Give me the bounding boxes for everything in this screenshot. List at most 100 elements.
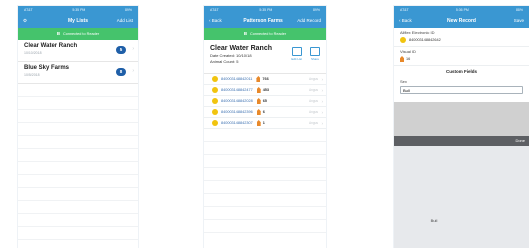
carrier-text: AT&T: [400, 7, 409, 12]
record-breed: Angus: [308, 110, 318, 114]
eid-tag-icon: [212, 87, 218, 93]
record-row[interactable]: 840003148842396 6 Angus ›: [204, 107, 326, 118]
picker-option[interactable]: Bull: [394, 218, 474, 223]
back-label: Back: [211, 18, 222, 23]
edit-list-label: Edit List: [291, 57, 302, 61]
empty-row: [204, 194, 326, 207]
record-visual-id: 65: [262, 99, 267, 103]
status-bar: AT&T 5:35 PM 89%: [18, 6, 138, 13]
empty-row: [18, 201, 138, 214]
empty-row: [204, 155, 326, 168]
time-text: 5:36 PM: [455, 7, 469, 12]
record-visual-id: 766: [262, 77, 269, 81]
empty-row: [18, 110, 138, 123]
empty-row: [204, 181, 326, 194]
back-button[interactable]: ‹ Back: [399, 18, 419, 23]
time-text: 5:35 PM: [72, 7, 86, 12]
picker-toolbar: Done: [394, 136, 529, 146]
back-button[interactable]: ‹ Back: [209, 18, 229, 23]
carrier-text: AT&T: [210, 7, 219, 12]
record-breed: Angus: [308, 121, 318, 125]
record-row[interactable]: 840003148842028 65 Angus ›: [204, 96, 326, 107]
reader-status-text: Connected to Reader: [62, 32, 100, 36]
chevron-right-icon: ›: [321, 98, 324, 104]
visual-tag-icon: [256, 120, 261, 126]
add-record-button[interactable]: Add Record: [297, 18, 321, 23]
record-breed: Angus: [308, 77, 318, 81]
visual-tag-icon: [400, 56, 404, 62]
empty-list-area: [18, 84, 138, 240]
visual-id-label: Visual ID: [400, 49, 416, 54]
visual-tag-icon: [256, 98, 261, 104]
count-badge: 5: [116, 46, 126, 54]
eid-label: Allflex Electronic ID: [400, 30, 435, 35]
share-button[interactable]: Share: [310, 47, 320, 61]
record-row[interactable]: 840003148842011 766 Angus ›: [204, 74, 326, 85]
settings-gear-icon[interactable]: ⚙: [23, 18, 43, 24]
reader-status-text: Connected to Reader: [249, 32, 287, 36]
page-title: My Lists: [67, 17, 88, 24]
battery-text: 89%: [124, 7, 132, 12]
edit-list-button[interactable]: Edit List: [291, 47, 302, 61]
save-button[interactable]: Save: [504, 18, 524, 23]
custom-fields-heading: Custom Fields: [445, 69, 477, 74]
nav-bar: ⚙ My Lists Add List: [18, 13, 138, 28]
picker-done-button[interactable]: Done: [515, 138, 525, 143]
list-detail-screen: AT&T 5:35 PM 89% ‹ Back Patterson Farms …: [204, 6, 326, 248]
record-row[interactable]: 840003148842307 1 Angus ›: [204, 118, 326, 129]
empty-row: [204, 168, 326, 181]
record-breed: Angus: [308, 99, 318, 103]
record-row[interactable]: 840003148842477 453 Angus ›: [204, 85, 326, 96]
empty-row: [18, 188, 138, 201]
empty-row: [18, 227, 138, 240]
page-title: Patterson Farms: [243, 17, 283, 24]
empty-row: [18, 136, 138, 149]
eid-tag-icon: [212, 98, 218, 104]
status-bar: AT&T 5:35 PM 89%: [204, 6, 326, 13]
new-record-screen: AT&T 5:36 PM 88% ‹ Back New Record Save …: [394, 6, 529, 248]
my-lists-screen: AT&T 5:35 PM 89% ⚙ My Lists Add List ʙ C…: [18, 6, 138, 248]
count-badge: 8: [116, 68, 126, 76]
eid-tag-icon: [212, 76, 218, 82]
chevron-right-icon: ›: [132, 68, 134, 74]
reader-status-banner: ʙ Connected to Reader: [204, 28, 326, 40]
empty-row: [18, 149, 138, 162]
carrier-text: AT&T: [24, 7, 33, 12]
empty-row: [18, 97, 138, 110]
bluetooth-icon: ʙ: [243, 31, 247, 37]
chevron-right-icon: ›: [321, 109, 324, 115]
eid-tag-icon: [212, 120, 218, 126]
sex-input[interactable]: Bull: [400, 86, 523, 94]
reader-status-banner: ʙ Connected to Reader: [18, 28, 138, 40]
eid-tag-icon: [400, 37, 406, 43]
chevron-right-icon: ›: [132, 46, 134, 52]
sex-picker[interactable]: Bull: [394, 146, 529, 248]
dim-overlay: [394, 102, 529, 136]
status-bar: AT&T 5:36 PM 88%: [394, 6, 529, 13]
share-label: Share: [310, 57, 319, 61]
record-visual-id: 1: [262, 121, 265, 125]
empty-list-area: [204, 129, 326, 233]
visual-id-value: 16: [406, 57, 411, 61]
list-header: Clear Water Ranch Date Created: 10/10/18…: [204, 40, 326, 74]
visual-tag-icon: [256, 76, 261, 82]
add-list-button[interactable]: Add List: [113, 18, 133, 23]
eid-field[interactable]: 840003148842642: [394, 36, 529, 47]
visual-id-field[interactable]: 16: [394, 55, 529, 66]
empty-row: [204, 129, 326, 142]
record-visual-id: 453: [262, 88, 270, 92]
record-eid: 840003148842011: [221, 77, 253, 81]
list-item-clear-water-ranch[interactable]: Clear Water Ranch 10/10/2018 5 ›: [18, 40, 138, 62]
list-item-blue-sky-farms[interactable]: Blue Sky Farms 10/5/2018 8 ›: [18, 62, 138, 84]
record-breed: Angus: [308, 88, 318, 92]
time-text: 5:35 PM: [259, 7, 273, 12]
edit-icon: [291, 47, 302, 56]
empty-row: [18, 84, 138, 97]
eid-value: 840003148842642: [409, 38, 441, 42]
back-label: Back: [401, 18, 412, 23]
visual-tag-icon: [256, 109, 261, 115]
empty-row: [18, 214, 138, 227]
bluetooth-icon: ʙ: [56, 31, 60, 37]
record-eid: 840003148842307: [221, 121, 253, 125]
battery-text: 88%: [515, 7, 523, 12]
